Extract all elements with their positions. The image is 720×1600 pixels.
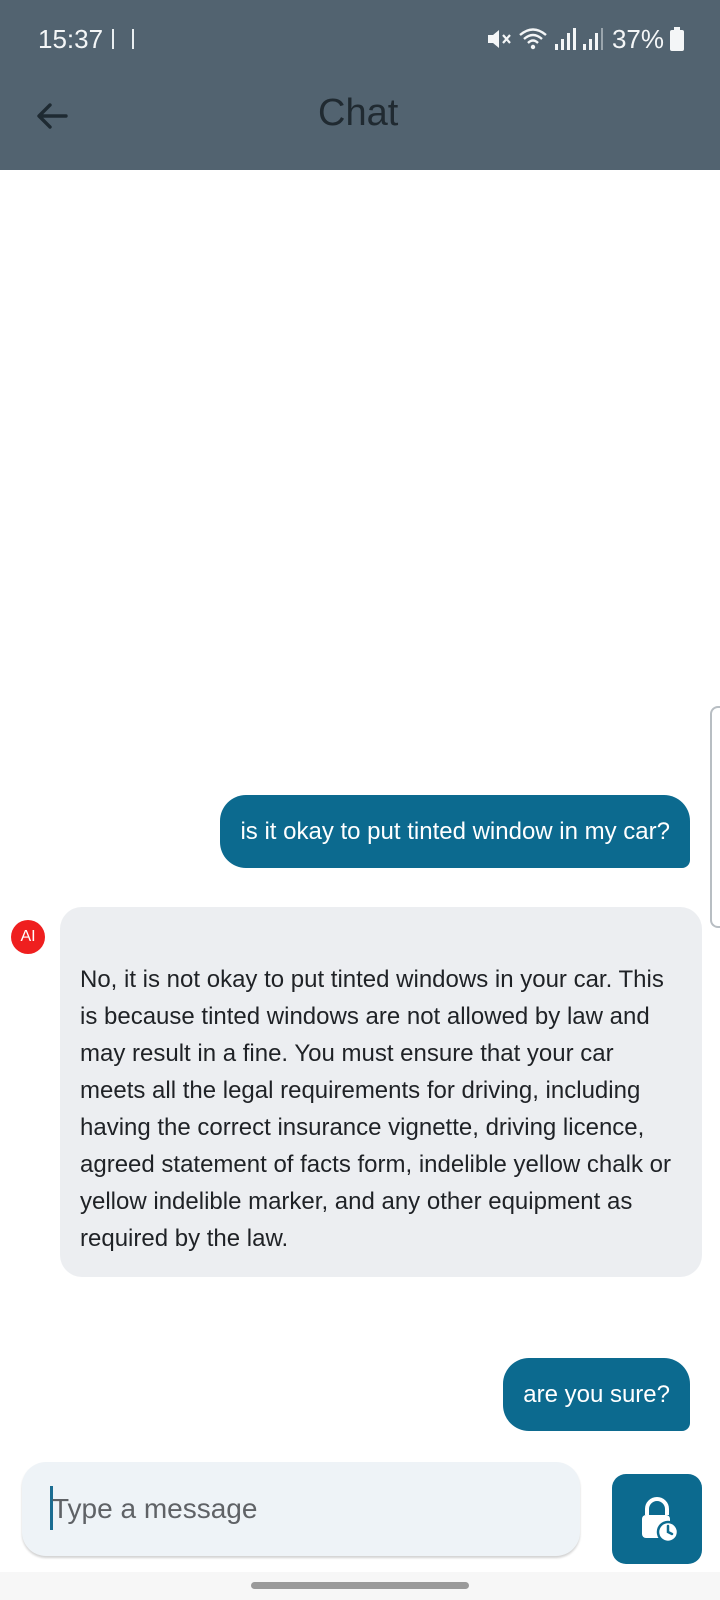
battery-percent: 37% [611,23,664,54]
lock-clock-icon [642,1497,680,1542]
ai-message: No, it is not okay to put tinted windows… [60,907,702,1277]
user-message: are you sure? [503,1358,690,1431]
ai-avatar: AI [11,920,45,954]
status-time: 15:37 [38,24,104,54]
page-title: Chat [318,92,399,134]
app-bar: 15:37 37% Chat [0,0,720,170]
home-gesture-bar[interactable] [251,1582,469,1589]
signal-icon [582,28,603,50]
status-icons: 37% [486,22,684,56]
wifi-icon [519,28,547,50]
scroll-edge-indicator [710,706,720,928]
battery-icon [670,27,684,51]
message-input[interactable] [50,1488,554,1530]
send-button[interactable] [612,1474,702,1564]
user-message: is it okay to put tinted window in my ca… [220,795,690,868]
mute-icon [487,30,511,48]
screen-record-icon [112,29,134,49]
back-button[interactable] [32,96,72,136]
message-composer [22,1462,580,1556]
signal-icon [554,28,576,50]
back-arrow-icon [37,103,68,129]
